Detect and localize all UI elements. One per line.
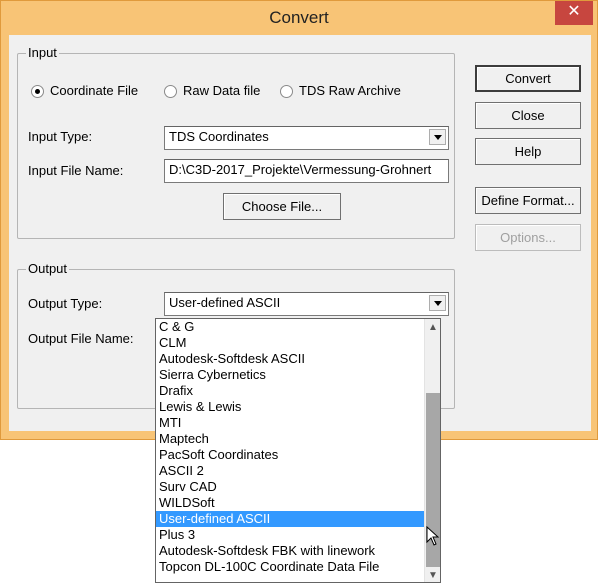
input-type-value: TDS Coordinates [169, 129, 269, 144]
options-button[interactable]: Options... [475, 224, 581, 251]
close-button[interactable]: Close [475, 102, 581, 129]
chevron-down-icon[interactable] [429, 295, 446, 311]
convert-button[interactable]: Convert [475, 65, 581, 92]
close-window-button[interactable]: ✕ [555, 1, 593, 25]
dropdown-items: C & G CLM Autodesk-Softdesk ASCII Sierra Cy… [156, 319, 440, 575]
window-title: Convert [269, 8, 329, 27]
output-type-dropdown-list[interactable]: C & G CLM Autodesk-Softdesk ASCII Sierra Cy… [155, 318, 441, 583]
dropdown-item[interactable]: Lewis & Lewis [156, 399, 440, 415]
radio-tds-raw-archive-label: TDS Raw Archive [299, 83, 401, 98]
dropdown-item[interactable]: Drafix [156, 383, 440, 399]
dropdown-item[interactable]: Autodesk-Softdesk ASCII [156, 351, 440, 367]
dropdown-item[interactable]: PacSoft Coordinates [156, 447, 440, 463]
dropdown-item[interactable]: C & G [156, 319, 440, 335]
dropdown-item[interactable]: Autodesk-Softdesk FBK with linework [156, 543, 440, 559]
radio-raw-data-file-label: Raw Data file [183, 83, 261, 98]
choose-file-button[interactable]: Choose File... [223, 193, 341, 220]
dropdown-item[interactable]: CLM [156, 335, 440, 351]
radio-coordinate-file[interactable] [31, 85, 44, 98]
dropdown-item[interactable]: Maptech [156, 431, 440, 447]
dropdown-item[interactable]: MTI [156, 415, 440, 431]
radio-coordinate-file-label: Coordinate File [50, 83, 139, 98]
dropdown-item[interactable]: ASCII 2 [156, 463, 440, 479]
output-group-label: Output [26, 261, 70, 276]
output-type-label: Output Type: [28, 296, 103, 311]
input-type-label: Input Type: [28, 129, 93, 144]
close-icon: ✕ [567, 3, 581, 20]
scroll-up-icon[interactable]: ▲ [425, 319, 440, 336]
mouse-pointer-icon [426, 526, 440, 546]
input-file-value: D:\C3D-2017_Projekte\Vermessung-Grohnert [169, 162, 432, 177]
dropdown-item[interactable]: User-defined ASCII [156, 511, 440, 527]
define-format-button[interactable]: Define Format... [475, 187, 581, 214]
radio-tds-raw-archive[interactable] [280, 85, 293, 98]
output-type-value: User-defined ASCII [169, 295, 281, 310]
input-group: Input Coordinate File Raw Data file TDS … [17, 45, 455, 239]
dropdown-item[interactable]: Sierra Cybernetics [156, 367, 440, 383]
dropdown-item[interactable]: Plus 3 [156, 527, 440, 543]
input-file-label: Input File Name: [28, 163, 124, 178]
output-type-select[interactable]: User-defined ASCII [164, 292, 449, 316]
dropdown-item[interactable]: Topcon DL-100C Coordinate Data File [156, 559, 440, 575]
chevron-down-icon[interactable] [429, 129, 446, 145]
radio-raw-data-file[interactable] [164, 85, 177, 98]
title-bar[interactable]: Convert ✕ [1, 1, 597, 35]
input-type-select[interactable]: TDS Coordinates [164, 126, 449, 150]
input-group-label: Input [26, 45, 59, 60]
input-file-field[interactable]: D:\C3D-2017_Projekte\Vermessung-Grohnert [164, 159, 449, 183]
dropdown-item[interactable]: Surv CAD [156, 479, 440, 495]
dropdown-item[interactable]: WILDSoft [156, 495, 440, 511]
output-file-label: Output File Name: [28, 331, 134, 346]
scroll-down-icon[interactable]: ▼ [425, 567, 440, 582]
help-button[interactable]: Help [475, 138, 581, 165]
